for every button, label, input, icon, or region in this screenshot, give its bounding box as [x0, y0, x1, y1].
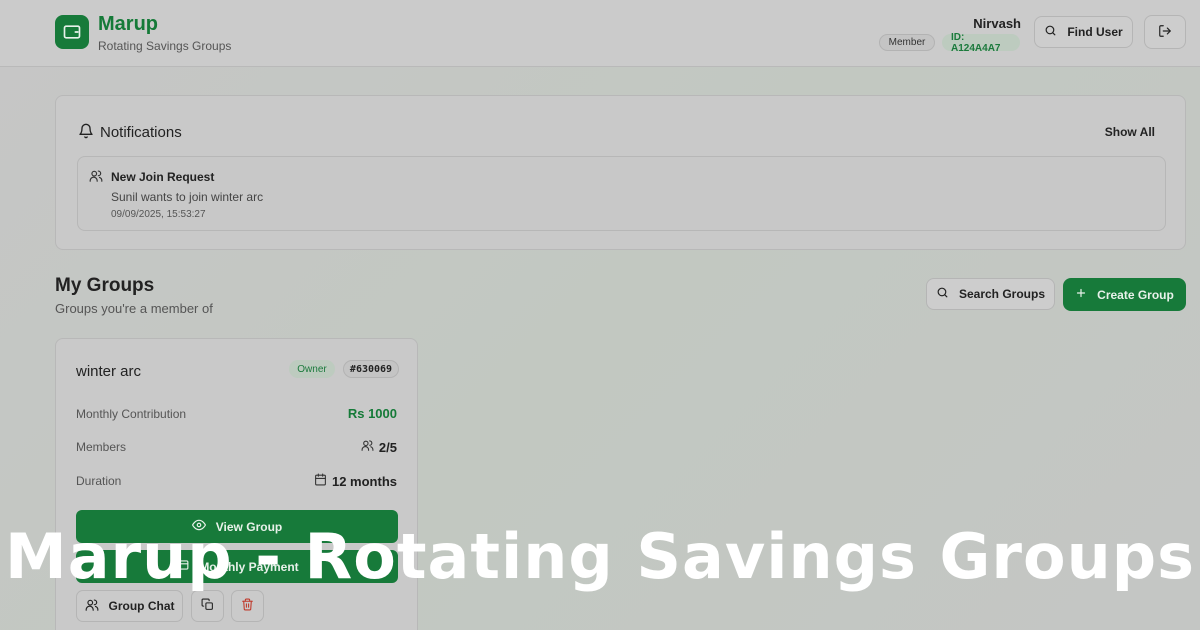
search-groups-label: Search Groups [958, 287, 1046, 301]
wallet-logo-icon [55, 15, 89, 49]
calendar-icon [314, 473, 327, 489]
notification-title: New Join Request [111, 170, 215, 184]
group-code-badge: #630069 [343, 360, 399, 378]
members-value: 2/5 [361, 439, 397, 455]
search-icon [936, 286, 949, 302]
duration-value: 12 months [314, 473, 397, 489]
logout-button[interactable] [1144, 15, 1186, 49]
search-groups-button[interactable]: Search Groups [926, 278, 1055, 310]
user-id-badge: ID: A124A4A7 [942, 32, 1020, 54]
users-icon [89, 169, 103, 188]
notification-item[interactable]: New Join Request Sunil wants to join win… [77, 156, 1166, 231]
members-count: 2/5 [378, 439, 397, 455]
contribution-value: Rs 1000 [348, 406, 397, 421]
notification-timestamp: 09/09/2025, 15:53:27 [111, 209, 206, 220]
copy-icon [201, 598, 214, 614]
user-name: Nirvash [973, 16, 1021, 31]
brand-title: Marup [98, 13, 158, 35]
owner-badge: Owner [289, 360, 335, 378]
create-group-button[interactable]: Create Group [1063, 278, 1186, 311]
role-badge: Member [879, 34, 935, 51]
trash-icon [241, 598, 254, 614]
plus-icon [1075, 287, 1087, 302]
delete-button[interactable] [231, 590, 264, 622]
my-groups-subtitle: Groups you're a member of [55, 301, 213, 316]
contribution-label: Monthly Contribution [76, 407, 187, 421]
notifications-title: Notifications [100, 124, 182, 141]
notifications-card: Notifications Show All New Join Request … [55, 95, 1186, 250]
duration-text: 12 months [331, 473, 397, 489]
logout-icon [1158, 24, 1172, 41]
group-name: winter arc [76, 363, 142, 380]
duration-label: Duration [76, 474, 122, 488]
contribution-amount: Rs 1000 [347, 406, 397, 421]
notification-message: Sunil wants to join winter arc [111, 190, 264, 204]
bell-icon [78, 123, 94, 144]
create-group-label: Create Group [1097, 287, 1174, 302]
members-label: Members [76, 440, 127, 454]
brand-subtitle: Rotating Savings Groups [98, 39, 232, 53]
group-chat-button[interactable]: Group Chat [76, 590, 183, 622]
group-chat-label: Group Chat [108, 599, 175, 613]
copy-button[interactable] [191, 590, 224, 622]
overlay-title: Marup - Rotating Savings Groups [5, 520, 1195, 593]
find-user-label: Find User [1067, 25, 1123, 39]
users-icon [85, 598, 99, 615]
app-header: Marup Rotating Savings Groups Nirvash Me… [0, 0, 1200, 67]
users-icon [361, 439, 374, 455]
my-groups-title: My Groups [55, 275, 155, 296]
search-icon [1044, 24, 1057, 40]
show-all-button[interactable]: Show All [1105, 125, 1155, 139]
find-user-button[interactable]: Find User [1034, 16, 1133, 48]
